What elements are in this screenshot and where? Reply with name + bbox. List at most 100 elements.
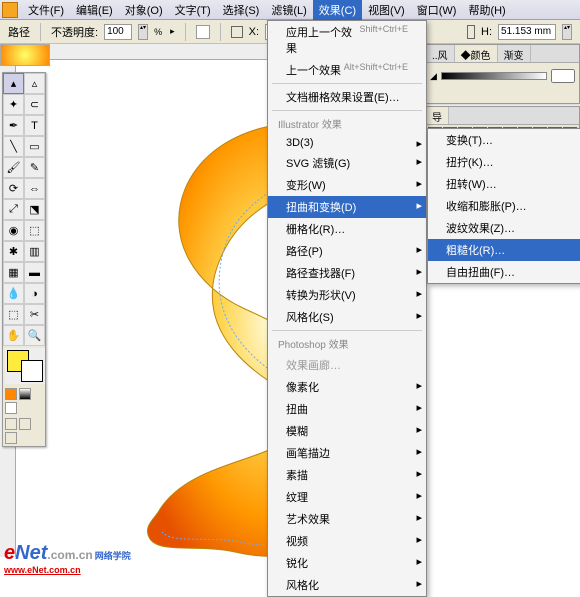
- color-well[interactable]: [5, 348, 45, 384]
- warp-tool[interactable]: ◉: [3, 220, 24, 241]
- h-input[interactable]: [498, 24, 556, 40]
- opacity-input[interactable]: [104, 24, 132, 40]
- menu-blur[interactable]: 模糊▸: [268, 420, 426, 442]
- panel-tab-gradient[interactable]: 渐变: [498, 45, 531, 62]
- effect-menu-dropdown: 应用上一个效果Shift+Ctrl+E 上一个效果Alt+Shift+Ctrl+…: [267, 20, 427, 597]
- blend-tool[interactable]: ◑: [24, 283, 45, 304]
- pencil-tool[interactable]: ✎: [24, 157, 45, 178]
- menu-warp[interactable]: 变形(W)▸: [268, 174, 426, 196]
- panel-tab-appearance[interactable]: ..风: [426, 45, 455, 62]
- graph-tool[interactable]: ▥: [24, 241, 45, 262]
- menu-pathfinder[interactable]: 路径查找器(F)▸: [268, 262, 426, 284]
- menu-last-effect[interactable]: 上一个效果Alt+Shift+Ctrl+E: [268, 59, 426, 81]
- mesh-tool[interactable]: ▦: [3, 262, 24, 283]
- submenu-roughen[interactable]: 粗糙化(R)…: [428, 239, 580, 261]
- screen-mode-normal[interactable]: [5, 418, 17, 430]
- distort-transform-submenu: 变换(T)… 扭拧(K)… 扭转(W)… 收缩和膨胀(P)… 波纹效果(Z)… …: [427, 128, 580, 284]
- anchor-widget[interactable]: [231, 26, 243, 38]
- slice-tool[interactable]: ⬚: [3, 304, 24, 325]
- eyedropper-tool[interactable]: 💧: [3, 283, 24, 304]
- gradient-tool[interactable]: ▬: [24, 262, 45, 283]
- menu-pixelate[interactable]: 像素化▸: [268, 376, 426, 398]
- menubar: 文件(F) 编辑(E) 对象(O) 文字(T) 选择(S) 滤镜(L) 效果(C…: [0, 0, 580, 20]
- style-icon[interactable]: [196, 25, 210, 39]
- scissors-tool[interactable]: ✂: [24, 304, 45, 325]
- rectangle-tool[interactable]: ▭: [24, 136, 45, 157]
- h-spinner[interactable]: ▴▾: [562, 24, 572, 40]
- symbol-sprayer-tool[interactable]: ✱: [3, 241, 24, 262]
- menu-window[interactable]: 窗口(W): [411, 0, 463, 20]
- menu-distort-ps[interactable]: 扭曲▸: [268, 398, 426, 420]
- color-sliders: ◢: [426, 63, 579, 103]
- menu-filter[interactable]: 滤镜(L): [265, 0, 312, 20]
- x-label: X:: [249, 26, 259, 38]
- menu-effect-gallery[interactable]: 效果画廊…: [268, 354, 426, 376]
- menu-file[interactable]: 文件(F): [22, 0, 70, 20]
- zoom-tool[interactable]: 🔍: [24, 325, 45, 346]
- screen-mode-full2[interactable]: [5, 432, 17, 444]
- none-mode-btn[interactable]: [5, 402, 17, 414]
- menu-header-ps: Photoshop 效果: [268, 333, 426, 354]
- menu-artistic[interactable]: 艺术效果▸: [268, 508, 426, 530]
- panel-tab-color[interactable]: ◆颜色: [455, 45, 498, 62]
- menu-view[interactable]: 视图(V): [362, 0, 411, 20]
- rotate-tool[interactable]: ⟳: [3, 178, 24, 199]
- submenu-free-distort[interactable]: 自由扭曲(F)…: [428, 261, 580, 283]
- swatch-strip[interactable]: [0, 44, 50, 66]
- color-mode-btn[interactable]: [5, 388, 17, 400]
- watermark: eNet.com.cn网络学院 www.eNet.com.cn: [4, 542, 131, 575]
- menu-doc-raster[interactable]: 文档栅格效果设置(E)…: [268, 86, 426, 108]
- free-transform-tool[interactable]: ⬚: [24, 220, 45, 241]
- gradient-mode-btn[interactable]: [19, 388, 31, 400]
- menu-rasterize[interactable]: 栅格化(R)…: [268, 218, 426, 240]
- h-label: H:: [481, 26, 492, 38]
- paintbrush-tool[interactable]: 🖌: [3, 157, 24, 178]
- menu-type[interactable]: 文字(T): [169, 0, 217, 20]
- shear-tool[interactable]: ⬔: [24, 199, 45, 220]
- lasso-tool[interactable]: ⊂: [24, 94, 45, 115]
- menu-stylize-ai[interactable]: 风格化(S)▸: [268, 306, 426, 328]
- opacity-spinner[interactable]: ▴▾: [138, 24, 148, 40]
- stroke-color[interactable]: [21, 360, 43, 382]
- hue-input[interactable]: [551, 69, 575, 83]
- menu-apply-last[interactable]: 应用上一个效果Shift+Ctrl+E: [268, 21, 426, 59]
- reflect-tool[interactable]: ⇔: [24, 178, 45, 199]
- screen-mode-full[interactable]: [19, 418, 31, 430]
- menu-sharpen[interactable]: 锐化▸: [268, 552, 426, 574]
- menu-distort-transform[interactable]: 扭曲和变换(D)▸: [268, 196, 426, 218]
- submenu-zigzag[interactable]: 波纹效果(Z)…: [428, 217, 580, 239]
- menu-texture[interactable]: 纹理▸: [268, 486, 426, 508]
- menu-3d[interactable]: 3D(3)▸: [268, 134, 426, 152]
- pen-tool[interactable]: ✒: [3, 115, 24, 136]
- line-tool[interactable]: ╲: [3, 136, 24, 157]
- menu-svg-filters[interactable]: SVG 滤镜(G)▸: [268, 152, 426, 174]
- panel-tab-swatches[interactable]: 导: [426, 107, 449, 124]
- hand-tool[interactable]: ✋: [3, 325, 24, 346]
- magic-wand-tool[interactable]: ✦: [3, 94, 24, 115]
- scale-tool[interactable]: ⤢: [3, 199, 24, 220]
- app-logo: [2, 2, 18, 18]
- menu-path[interactable]: 路径(P)▸: [268, 240, 426, 262]
- menu-edit[interactable]: 编辑(E): [70, 0, 119, 20]
- menu-header-ai: Illustrator 效果: [268, 113, 426, 134]
- submenu-twist[interactable]: 扭转(W)…: [428, 173, 580, 195]
- path-label: 路径: [8, 24, 30, 40]
- hue-slider[interactable]: [441, 72, 547, 80]
- type-tool[interactable]: T: [24, 115, 45, 136]
- menu-video[interactable]: 视频▸: [268, 530, 426, 552]
- menu-sketch[interactable]: 素描▸: [268, 464, 426, 486]
- menu-brush-strokes[interactable]: 画笔描边▸: [268, 442, 426, 464]
- submenu-pucker-bloat[interactable]: 收缩和膨胀(P)…: [428, 195, 580, 217]
- menu-stylize-ps[interactable]: 风格化▸: [268, 574, 426, 596]
- link-icon[interactable]: [467, 25, 475, 39]
- menu-select[interactable]: 选择(S): [217, 0, 266, 20]
- selection-tool[interactable]: ▴: [3, 73, 24, 94]
- submenu-transform[interactable]: 变换(T)…: [428, 129, 580, 151]
- direct-selection-tool[interactable]: ▵: [24, 73, 45, 94]
- menu-help[interactable]: 帮助(H): [462, 0, 511, 20]
- menu-convert-shape[interactable]: 转换为形状(V)▸: [268, 284, 426, 306]
- menu-object[interactable]: 对象(O): [119, 0, 169, 20]
- menu-effect[interactable]: 效果(C): [313, 0, 362, 20]
- toolbox: ▴▵ ✦⊂ ✒T ╲▭ 🖌✎ ⟳⇔ ⤢⬔ ◉⬚ ✱▥ ▦▬ 💧◑ ⬚✂ ✋🔍: [2, 72, 46, 447]
- submenu-tweak[interactable]: 扭拧(K)…: [428, 151, 580, 173]
